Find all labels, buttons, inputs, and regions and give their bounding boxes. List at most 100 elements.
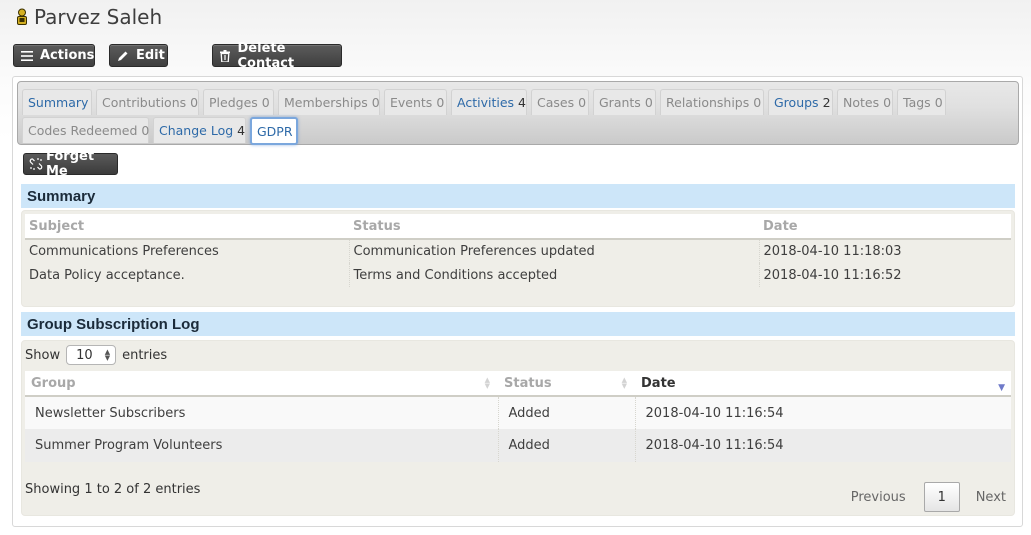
column-header-status[interactable]: Status ▲ ▼ bbox=[498, 371, 635, 397]
edit-button[interactable]: Edit bbox=[109, 44, 168, 67]
actions-button[interactable]: Actions bbox=[13, 44, 95, 67]
tab-relationships[interactable]: Relationships 0 bbox=[660, 89, 764, 115]
tab-count: 0 bbox=[934, 95, 943, 110]
tab-notes[interactable]: Notes 0 bbox=[837, 89, 893, 115]
column-header-subject: Subject bbox=[25, 214, 349, 240]
group-log-title: Group Subscription Log bbox=[27, 315, 200, 333]
page-header: Parvez Saleh bbox=[16, 4, 162, 30]
tab-grants[interactable]: Grants 0 bbox=[593, 89, 656, 115]
group-log-row: Summer Program Volunteers Added 2018-04-… bbox=[25, 429, 1011, 462]
summary-panel: Subject Status Date Communications Prefe… bbox=[21, 210, 1015, 307]
tab-summary[interactable]: Summary bbox=[22, 89, 92, 115]
page-length-control: Show 10 ▲ ▼ entries bbox=[25, 345, 167, 365]
tab-label: Change Log bbox=[159, 123, 234, 138]
summary-date: 2018-04-10 11:16:52 bbox=[763, 267, 902, 283]
tab-gdpr[interactable]: GDPR bbox=[250, 117, 298, 145]
tab-label: Tags bbox=[903, 95, 931, 110]
column-label: Status bbox=[504, 375, 552, 391]
tab-events[interactable]: Events 0 bbox=[384, 89, 447, 115]
trash-icon bbox=[220, 49, 231, 62]
tab-tags[interactable]: Tags 0 bbox=[897, 89, 946, 115]
summary-table: Subject Status Date Communications Prefe… bbox=[25, 214, 1011, 287]
tab-activities[interactable]: Activities 4 bbox=[451, 89, 527, 115]
tab-count: 0 bbox=[883, 95, 892, 110]
tab-label: Memberships bbox=[284, 95, 368, 110]
summary-row: Communications Preferences Communication… bbox=[25, 239, 1011, 263]
tab-label: Events bbox=[390, 95, 433, 110]
tab-count: 0 bbox=[644, 95, 653, 110]
summary-row: Data Policy acceptance. Terms and Condit… bbox=[25, 263, 1011, 287]
column-label: Date bbox=[641, 375, 676, 391]
page-size-select[interactable]: 10 ▲ ▼ bbox=[66, 345, 117, 365]
sort-descending-icon: ▼ bbox=[998, 383, 1005, 393]
column-header-date[interactable]: Date ▼ bbox=[635, 371, 1011, 397]
summary-status: Terms and Conditions accepted bbox=[349, 263, 760, 287]
column-header-date: Date bbox=[759, 214, 1011, 240]
group-date: 2018-04-10 11:16:54 bbox=[635, 429, 1011, 462]
summary-subject: Data Policy acceptance. bbox=[25, 263, 350, 287]
summary-subject: Communications Preferences bbox=[25, 239, 350, 263]
forget-me-label: Forget Me bbox=[46, 149, 95, 179]
group-status: Added bbox=[498, 429, 636, 462]
tab-label: Relationships bbox=[666, 95, 750, 110]
previous-page-button[interactable]: Previous bbox=[851, 490, 906, 505]
column-header-group[interactable]: Group ▲ ▼ bbox=[25, 371, 498, 397]
tab-count: 0 bbox=[261, 95, 270, 110]
individual-contact-icon bbox=[16, 8, 28, 26]
tab-contributions[interactable]: Contributions 0 bbox=[96, 89, 199, 115]
next-page-button[interactable]: Next bbox=[976, 490, 1006, 505]
group-name: Summer Program Volunteers bbox=[25, 429, 499, 462]
group-log-table: Group ▲ ▼ Status ▲ ▼ Date ▼ Newsletter Sub… bbox=[25, 371, 1011, 462]
page-size-value: 10 bbox=[76, 347, 93, 363]
actions-label: Actions bbox=[40, 48, 95, 63]
group-log-section-header: Group Subscription Log bbox=[21, 312, 1015, 336]
tab-label: Notes bbox=[843, 95, 880, 110]
group-log-panel: Show 10 ▲▼ entries Group ▲▼ Status ▲▼ bbox=[21, 340, 1015, 516]
page-1-button[interactable]: 1 bbox=[923, 482, 960, 512]
tab-count: 0 bbox=[436, 95, 445, 110]
column-header-status: Status bbox=[349, 214, 759, 240]
contact-tabs-container: Summary Contributions 0 Pledges 0 Membersh… bbox=[12, 76, 1023, 527]
tab-label: Pledges bbox=[209, 95, 258, 110]
sort-both-icon: ▲ ▼ bbox=[484, 376, 490, 390]
group-name: Newsletter Subscribers bbox=[25, 396, 499, 429]
summary-status: Communication Preferences updated bbox=[349, 239, 760, 263]
select-arrows-icon: ▲ ▼ bbox=[104, 348, 111, 362]
group-status: Added bbox=[498, 396, 636, 429]
delete-contact-button[interactable]: Delete Contact bbox=[212, 41, 342, 71]
tab-codes-redeemed[interactable]: Codes Redeemed 0 bbox=[22, 117, 149, 143]
tab-label: Groups bbox=[774, 95, 819, 110]
tab-label: Grants bbox=[599, 95, 641, 110]
table-info: Showing 1 to 2 of 2 entries bbox=[25, 482, 201, 497]
group-date: 2018-04-10 11:16:54 bbox=[635, 396, 1011, 429]
summary-title: Summary bbox=[27, 187, 96, 205]
edit-label: Edit bbox=[136, 48, 165, 63]
sort-both-icon: ▲ ▼ bbox=[621, 376, 627, 390]
pagination: Previous 1 Next bbox=[851, 482, 1006, 512]
tab-count: 0 bbox=[190, 95, 199, 110]
tab-cases[interactable]: Cases 0 bbox=[531, 89, 589, 115]
tab-label: Cases bbox=[537, 95, 575, 110]
show-label: Show bbox=[25, 347, 61, 363]
entries-label: entries bbox=[122, 347, 168, 363]
tab-memberships[interactable]: Memberships 0 bbox=[278, 89, 380, 115]
tab-count: 0 bbox=[753, 95, 762, 110]
tab-count: 4 bbox=[518, 95, 526, 110]
tab-count: 0 bbox=[371, 95, 380, 110]
forget-me-button[interactable]: Forget Me bbox=[23, 149, 118, 179]
tab-pledges[interactable]: Pledges 0 bbox=[203, 89, 274, 115]
tab-bar: Summary Contributions 0 Pledges 0 Membersh… bbox=[17, 81, 1019, 145]
contact-name: Parvez Saleh bbox=[34, 5, 163, 29]
tab-label: Codes Redeemed bbox=[28, 123, 138, 138]
summary-section-header: Summary bbox=[21, 184, 1015, 208]
tab-groups[interactable]: Groups 2 bbox=[768, 89, 833, 115]
delete-contact-label: Delete Contact bbox=[237, 40, 295, 71]
tab-label: GDPR bbox=[257, 123, 293, 139]
summary-header-row: Subject Status Date bbox=[25, 214, 1011, 240]
group-log-row: Newsletter Subscribers Added 2018-04-10 … bbox=[25, 396, 1011, 429]
tab-label: Contributions bbox=[102, 95, 187, 110]
unlink-icon bbox=[29, 157, 43, 171]
tab-change-log[interactable]: Change Log 4 bbox=[153, 117, 246, 143]
group-log-header-row: Group ▲ ▼ Status ▲ ▼ Date ▼ bbox=[25, 371, 1011, 397]
summary-date: 2018-04-10 11:18:03 bbox=[763, 244, 902, 259]
